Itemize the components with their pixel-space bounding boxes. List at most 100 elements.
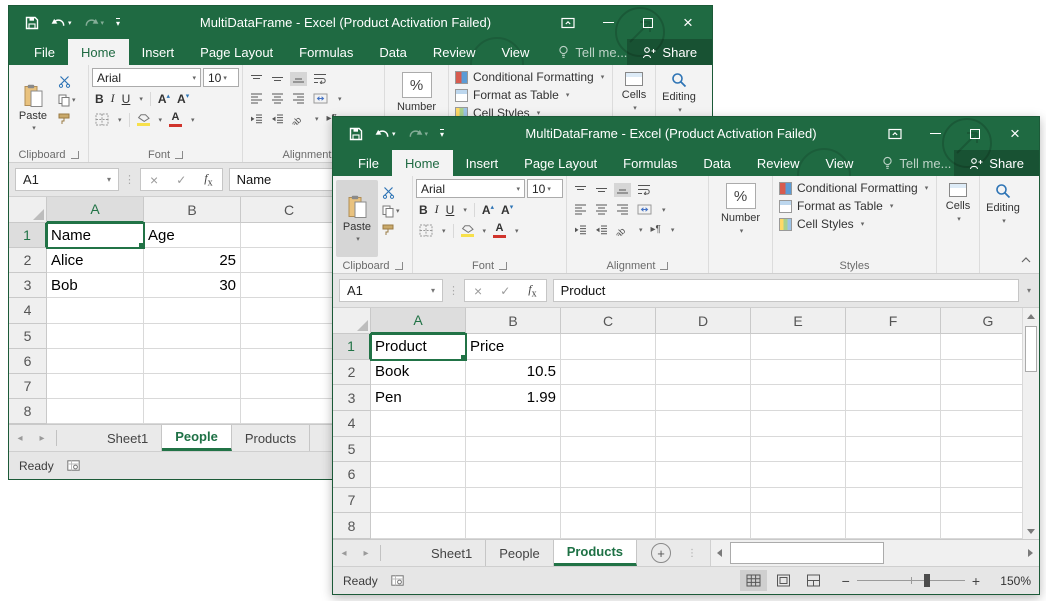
tell-me-box[interactable]: Tell me... [882,150,951,176]
cell-A6[interactable] [47,349,144,374]
row-header-6[interactable]: 6 [9,349,47,374]
cut-button[interactable] [382,185,400,199]
font-color-button[interactable]: A [169,112,182,127]
cell-G1[interactable] [941,334,1022,360]
vertical-scroll-thumb[interactable] [1025,326,1037,372]
cell-C7[interactable] [241,374,338,399]
page-break-view-button[interactable] [800,570,827,591]
ribbon-tab-file[interactable]: File [345,150,392,176]
fill-color-button[interactable] [461,225,474,237]
zoom-slider-track[interactable] [857,580,965,581]
sheet-nav-left-button[interactable]: ◂ [333,540,355,566]
cell-A2[interactable]: Alice [47,248,144,273]
cell-F8[interactable] [846,513,941,539]
cell-E3[interactable] [751,385,846,411]
cell-G8[interactable] [941,513,1022,539]
cell-C5[interactable] [241,324,338,349]
share-button[interactable]: Share [627,39,712,65]
cell-B3[interactable]: 1.99 [466,385,561,411]
cell-A7[interactable] [47,374,144,399]
cut-button[interactable] [58,74,76,88]
sheet-nav-left-button[interactable]: ◂ [9,425,31,451]
text-direction-button[interactable]: ▸¶ [651,224,661,235]
decrease-font-button[interactable]: A▾ [177,92,189,106]
enter-formula-button[interactable]: ✓ [167,173,195,187]
ribbon-tab-insert[interactable]: Insert [453,150,512,176]
ribbon-tab-view[interactable]: View [812,150,866,176]
ribbon-tab-formulas[interactable]: Formulas [610,150,690,176]
close-button[interactable]: × [668,6,708,39]
zoom-level[interactable]: 150% [995,574,1031,588]
macro-record-button[interactable] [67,460,80,471]
alignment-dialog-launcher[interactable] [660,262,668,270]
save-button[interactable] [25,16,39,30]
select-all-corner[interactable] [9,197,47,223]
undo-button[interactable]: ▾ [375,128,396,140]
row-header-6[interactable]: 6 [333,462,371,488]
cell-C3[interactable] [561,385,656,411]
increase-font-button[interactable]: A▴ [482,203,494,217]
cell-C8[interactable] [561,513,656,539]
cell-A6[interactable] [371,462,466,488]
decrease-indent-button[interactable] [250,114,263,124]
cell-B6[interactable] [466,462,561,488]
cell-B1[interactable]: Age [144,223,241,248]
cell-E7[interactable] [751,488,846,514]
cell-G2[interactable] [941,360,1022,386]
align-top-button[interactable] [574,185,587,195]
align-right-button[interactable] [292,93,305,104]
decrease-font-button[interactable]: A▾ [501,203,513,217]
cell-F4[interactable] [846,411,941,437]
ribbon-tab-page-layout[interactable]: Page Layout [187,39,286,65]
cell-D3[interactable] [656,385,751,411]
increase-font-button[interactable]: A▴ [158,92,170,106]
cell-B2[interactable]: 25 [144,248,241,273]
scroll-up-button[interactable] [1023,308,1039,324]
add-sheet-button[interactable]: + [651,543,671,563]
scroll-down-button[interactable] [1023,523,1039,539]
cell-D6[interactable] [656,462,751,488]
align-left-button[interactable] [574,204,587,215]
minimize-button[interactable] [588,6,628,39]
cell-F5[interactable] [846,437,941,463]
align-bottom-button[interactable] [616,185,629,195]
row-header-1[interactable]: 1 [9,223,47,248]
collapse-ribbon-button[interactable] [1021,250,1031,268]
cell-D1[interactable] [656,334,751,360]
sheet-tab-sheet1[interactable]: Sheet1 [418,540,486,566]
maximize-button[interactable] [955,117,995,150]
column-header-b[interactable]: B [144,197,241,223]
ribbon-tab-review[interactable]: Review [420,39,489,65]
ribbon-tab-home[interactable]: Home [68,39,129,65]
cell-A7[interactable] [371,488,466,514]
insert-function-button[interactable]: fx [519,282,545,299]
sheet-tab-people[interactable]: People [162,425,232,451]
cell-B6[interactable] [144,349,241,374]
sheet-tab-people[interactable]: People [486,540,553,566]
cell-A3[interactable]: Bob [47,273,144,298]
increase-indent-button[interactable] [595,225,608,235]
cell-B8[interactable] [466,513,561,539]
paste-button[interactable]: Paste ▾ [336,180,378,257]
column-header-f[interactable]: F [846,308,941,334]
sheet-tab-sheet1[interactable]: Sheet1 [94,425,162,451]
underline-button[interactable]: U [122,92,131,106]
cell-G3[interactable] [941,385,1022,411]
borders-button[interactable] [95,113,109,126]
cell-F1[interactable] [846,334,941,360]
page-layout-view-button[interactable] [770,570,797,591]
bold-button[interactable]: B [419,203,428,217]
clipboard-dialog-launcher[interactable] [71,151,79,159]
enter-formula-button[interactable]: ✓ [491,284,519,298]
cell-C4[interactable] [241,298,338,323]
font-size-select[interactable]: 10 ▾ [527,179,563,198]
qat-customize-button[interactable]: ▾ [440,129,444,139]
copy-button[interactable]: ▾ [58,93,76,107]
cell-C2[interactable] [241,248,338,273]
merge-center-button[interactable] [637,204,652,215]
row-header-7[interactable]: 7 [333,488,371,514]
orientation-button[interactable]: ab [292,112,305,125]
normal-view-button[interactable] [740,570,767,591]
wrap-text-button[interactable] [637,184,651,195]
editing-button[interactable]: Editing ▾ [983,179,1023,258]
